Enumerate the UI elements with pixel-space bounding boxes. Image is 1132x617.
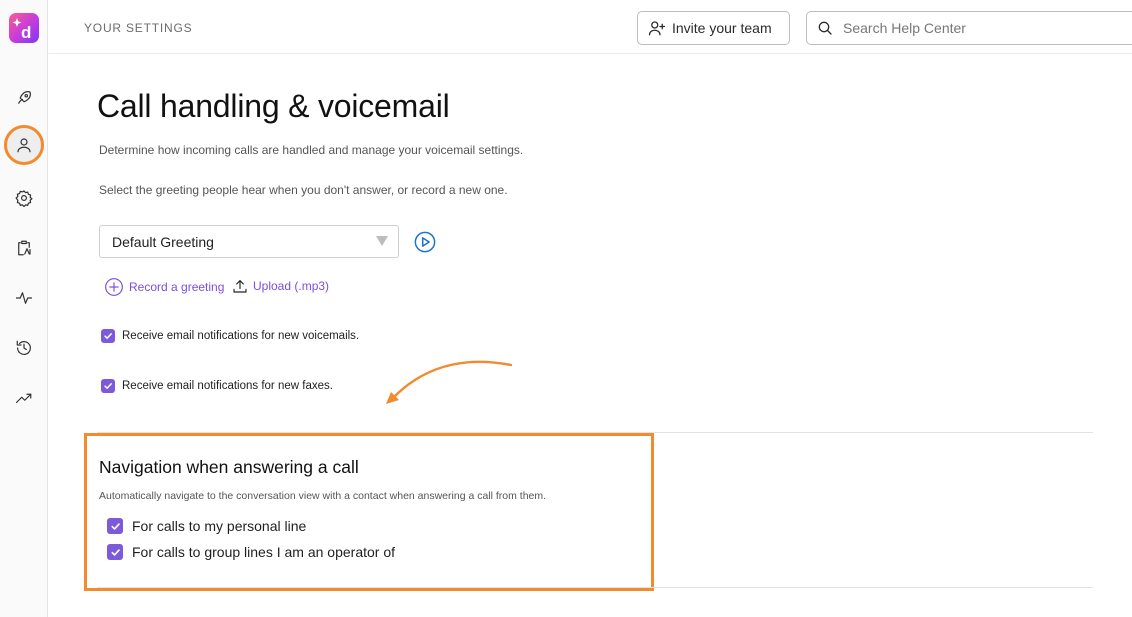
svg-text:d: d [21, 23, 31, 42]
history-icon[interactable] [11, 335, 37, 361]
group-lines-checkbox[interactable] [107, 544, 123, 560]
settings-section-label: YOUR SETTINGS [84, 21, 193, 35]
navigation-section-description: Automatically navigate to the conversati… [99, 490, 547, 502]
greeting-instruction: Select the greeting people hear when you… [99, 183, 508, 197]
dialpad-logo-icon[interactable]: d [9, 13, 39, 43]
add-user-icon [648, 21, 666, 36]
personal-line-checkbox[interactable] [107, 518, 123, 534]
search-icon [818, 21, 832, 35]
voicemail-email-label: Receive email notifications for new voic… [122, 330, 360, 342]
page-description: Determine how incoming calls are handled… [99, 143, 524, 157]
sidebar: d [0, 0, 48, 617]
fax-email-option: Receive email notifications for new faxe… [101, 379, 333, 393]
checkmark-icon [104, 383, 112, 389]
invite-team-button[interactable]: Invite your team [637, 11, 790, 45]
user-icon[interactable] [4, 125, 44, 165]
fax-email-label: Receive email notifications for new faxe… [122, 380, 333, 392]
add-circle-icon [105, 278, 123, 296]
rocket-icon[interactable] [11, 85, 37, 111]
personal-line-label: For calls to my personal line [132, 518, 307, 534]
clipboard-icon[interactable] [11, 235, 37, 261]
search-help-center[interactable] [806, 11, 1132, 45]
checkmark-icon [110, 548, 120, 556]
upload-icon [233, 280, 247, 293]
trending-up-icon[interactable] [11, 385, 37, 411]
navigation-section-title: Navigation when answering a call [99, 457, 359, 477]
app-window: d YOUR SETTINGS Invite your team Search … [0, 0, 1132, 617]
top-bar: YOUR SETTINGS Invite your team [49, 0, 1132, 54]
dropdown-caret-icon [376, 236, 388, 246]
invite-team-label: Invite your team [672, 20, 772, 36]
upload-mp3-link[interactable]: Upload (.mp3) [232, 277, 329, 295]
record-greeting-label: Record a greeting [129, 280, 225, 294]
personal-line-option: For calls to my personal line [107, 518, 306, 534]
activity-pulse-icon[interactable] [11, 285, 37, 311]
page-title: Call handling & voicemail [97, 88, 450, 124]
group-lines-label: For calls to group lines I am an operato… [132, 544, 396, 560]
voicemail-email-option: Receive email notifications for new voic… [101, 329, 359, 343]
annotation-arrow-icon [386, 360, 513, 404]
search-input[interactable] [843, 20, 1103, 36]
checkmark-icon [104, 333, 112, 339]
group-lines-option: For calls to group lines I am an operato… [107, 544, 395, 560]
upload-mp3-label: Upload (.mp3) [253, 279, 330, 293]
record-greeting-link[interactable]: Record a greeting [104, 277, 224, 297]
section-divider [97, 587, 1093, 588]
greeting-select[interactable]: Default Greeting [99, 225, 399, 258]
checkmark-icon [110, 522, 120, 530]
fax-email-checkbox[interactable] [101, 379, 115, 393]
gear-icon[interactable] [11, 185, 37, 211]
voicemail-email-checkbox[interactable] [101, 329, 115, 343]
play-greeting-icon[interactable] [414, 231, 436, 253]
greeting-select-value: Default Greeting [112, 233, 214, 250]
